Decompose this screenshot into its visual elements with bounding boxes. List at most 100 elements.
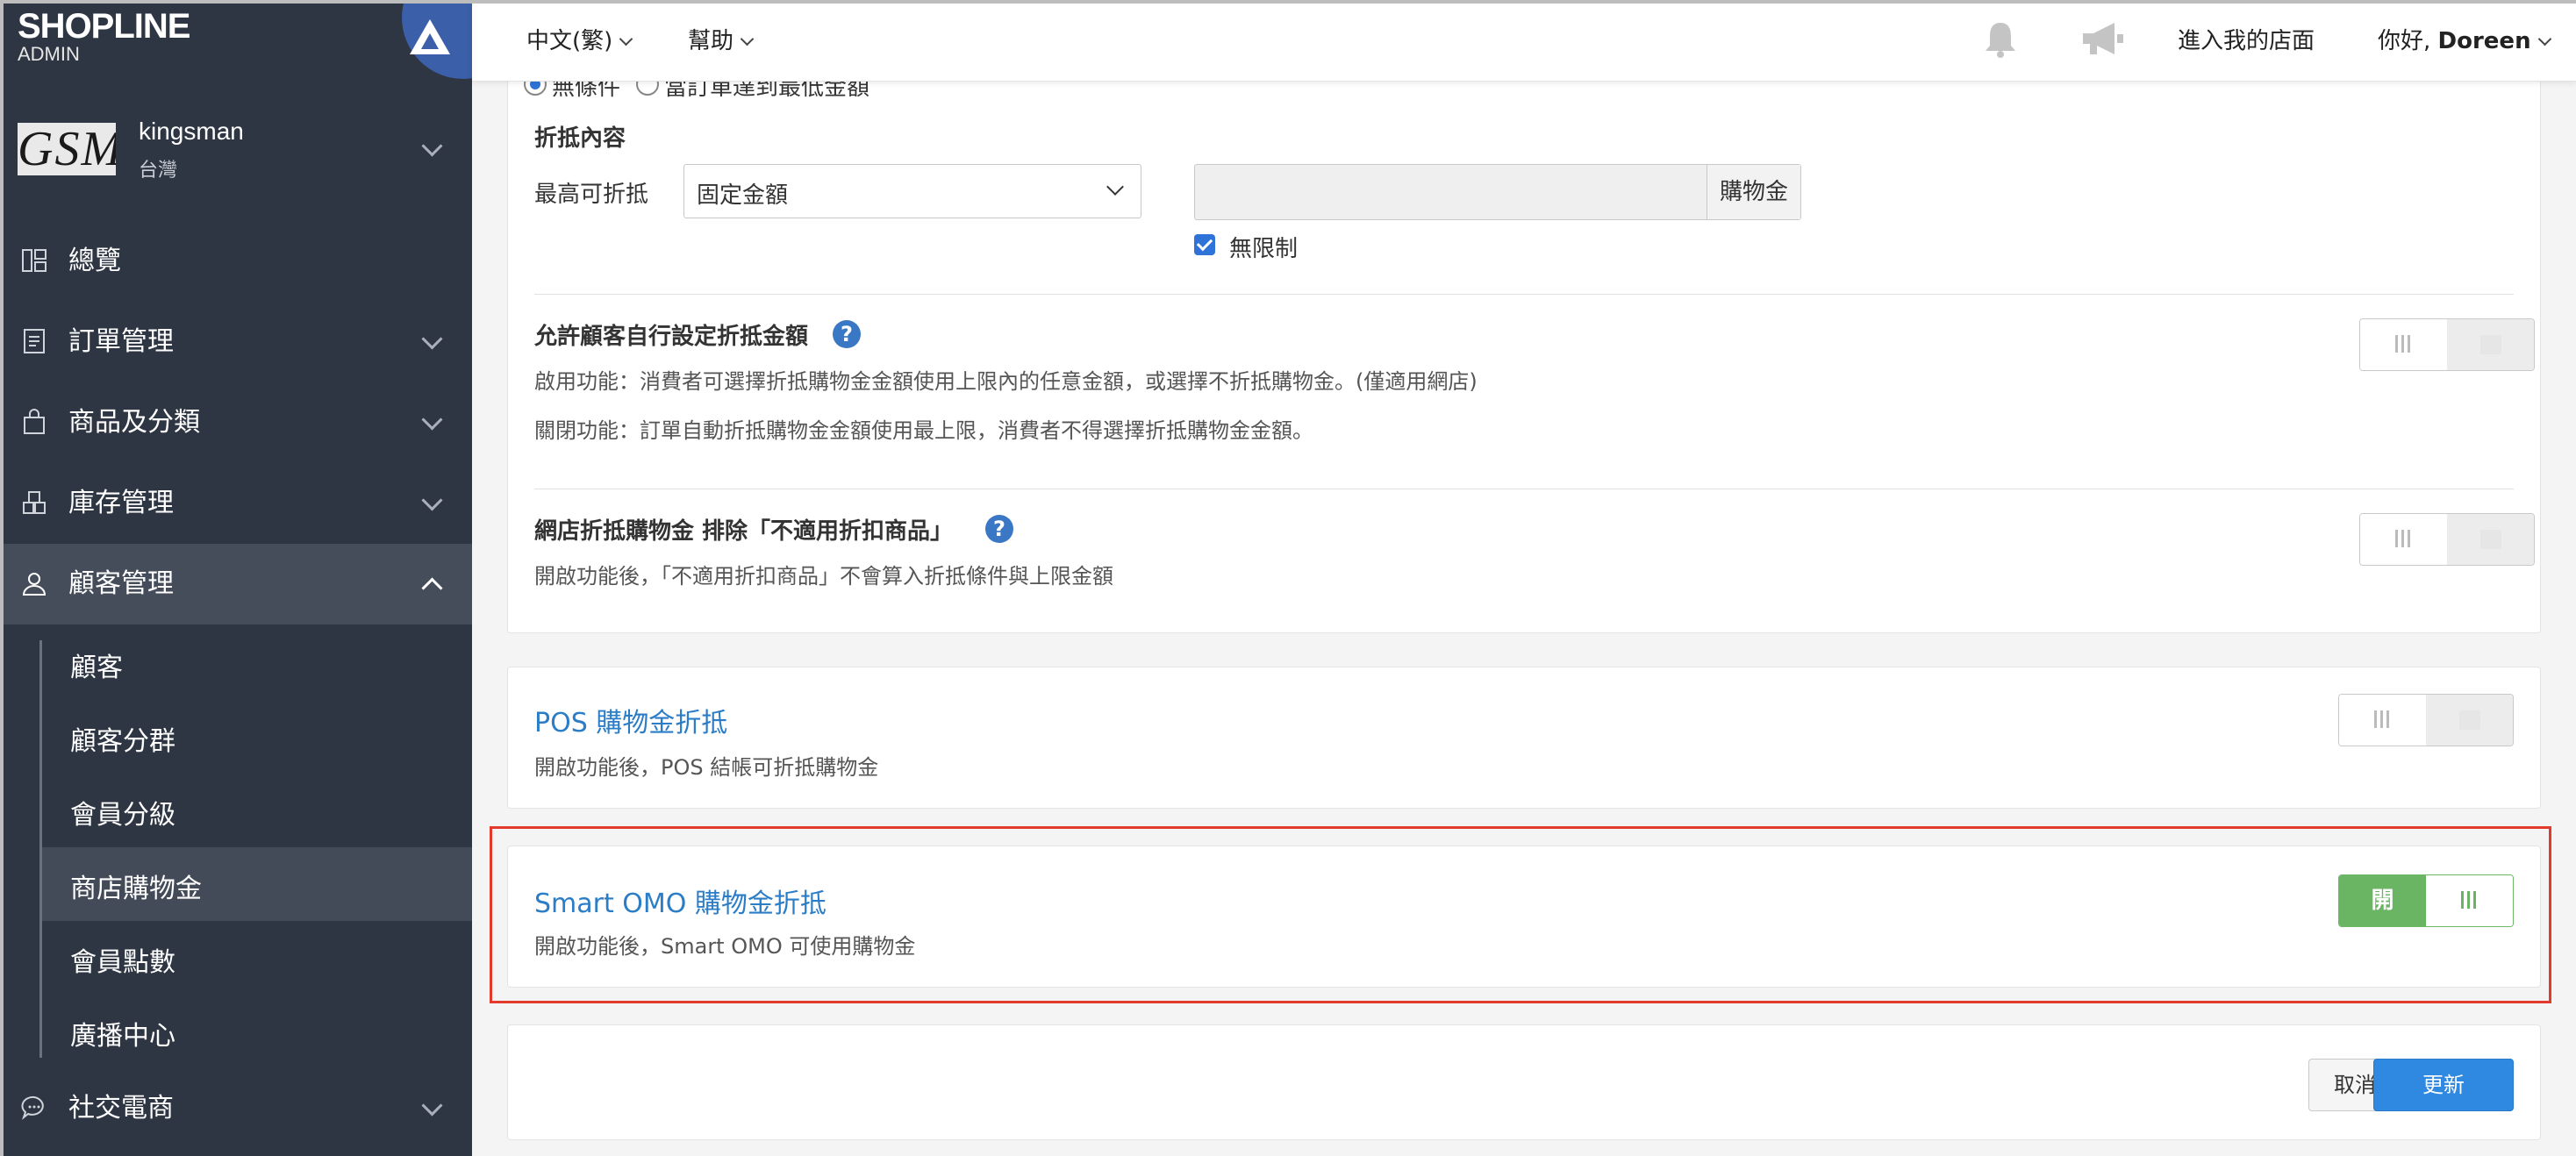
sidebar-item-label: 庫存管理 — [68, 488, 174, 518]
toggle-off-indicator — [2459, 710, 2480, 730]
caret-down-icon — [619, 32, 633, 46]
chevron-down-icon — [421, 409, 443, 431]
help-icon[interactable]: ? — [985, 515, 1013, 543]
sidebar-item-label: 訂單管理 — [68, 326, 174, 357]
custom-amount-desc-on: 啟用功能：消費者可選擇折抵購物金金額使用上限內的任意金額，或選擇不折抵購物金。(… — [534, 369, 1478, 394]
window-frame-top — [0, 0, 2576, 4]
custom-amount-title: 允許顧客自行設定折抵金額 — [534, 324, 809, 350]
store-name: kingsman — [139, 118, 244, 145]
unlimited-label: 無限制 — [1229, 236, 1299, 262]
smart-omo-card: Smart OMO 購物金折抵 開啟功能後，Smart OMO 可使用購物金 開 — [507, 846, 2541, 988]
subnav-item-customers[interactable]: 顧客 — [42, 626, 472, 700]
custom-amount-toggle[interactable] — [2359, 318, 2535, 371]
brand-name: SHOPLINE — [18, 7, 190, 46]
subnav-label: 會員點數 — [70, 947, 175, 978]
toggle-off-indicator — [2480, 530, 2501, 549]
omo-title[interactable]: Smart OMO 購物金折抵 — [534, 881, 826, 920]
greeting-label: 你好, — [2378, 28, 2438, 54]
caret-down-icon — [740, 32, 755, 46]
bell-icon[interactable] — [1983, 19, 2018, 58]
amount-addon: 購物金 — [1706, 165, 1800, 219]
radio-unconditional-label: 無條件 — [552, 81, 621, 101]
enter-store-link[interactable]: 進入我的店面 — [2178, 23, 2315, 55]
sidebar: SHOPLINE ADMIN GSM kingsman 台灣 總覽 訂單管理 商… — [0, 0, 472, 1156]
sidebar-item-overview[interactable]: 總覽 — [0, 221, 472, 302]
store-logo: GSM — [18, 123, 116, 175]
main-content: 無條件 當訂單達到最低金額 折抵內容 最高可折抵 固定金額 購物金 無限制 允許… — [472, 81, 2576, 1156]
megaphone-icon[interactable] — [2079, 19, 2125, 58]
subnav-item-membership-tiers[interactable]: 會員分級 — [42, 774, 472, 847]
exclude-title: 網店折抵購物金 排除「不適用折扣商品」 — [534, 518, 954, 545]
grip-icon — [2374, 710, 2390, 728]
radio-min-amount[interactable] — [636, 81, 659, 96]
help-icon[interactable]: ? — [833, 320, 861, 348]
user-menu[interactable]: 你好, Doreen — [2378, 23, 2551, 55]
sidebar-item-label: 顧客管理 — [68, 568, 174, 599]
chevron-down-icon — [421, 328, 443, 350]
window-frame-left — [0, 0, 4, 1156]
toggle-left — [2360, 319, 2447, 370]
sidebar-item-orders[interactable]: 訂單管理 — [0, 302, 472, 382]
chat-icon — [21, 1095, 44, 1120]
omo-toggle[interactable]: 開 — [2338, 874, 2514, 927]
language-dropdown[interactable]: 中文(繁) — [526, 23, 633, 55]
brand-logo[interactable]: SHOPLINE ADMIN — [18, 9, 190, 65]
exclude-desc: 開啟功能後，「不適用折扣商品」不會算入折抵條件與上限金額 — [534, 564, 1113, 589]
chevron-down-icon — [421, 489, 443, 511]
custom-amount-desc-off: 關閉功能：訂單自動折抵購物金金額使用最上限，消費者不得選擇折抵購物金金額。 — [534, 418, 1313, 443]
toggle-right — [2447, 514, 2534, 565]
subnav-item-broadcast[interactable]: 廣播中心 — [42, 995, 472, 1068]
exclude-toggle[interactable] — [2359, 513, 2535, 566]
sidebar-item-label: 商品及分類 — [68, 407, 200, 438]
subnav-label: 商店購物金 — [70, 874, 202, 904]
subnav-label: 會員分級 — [70, 800, 175, 831]
unlimited-checkbox[interactable] — [1194, 234, 1215, 255]
sidebar-item-social-commerce[interactable]: 社交電商 — [0, 1068, 472, 1149]
toggle-right — [2426, 875, 2513, 926]
subnav-label: 廣播中心 — [70, 1021, 175, 1052]
toggle-on-label: 開 — [2339, 875, 2426, 926]
subnav-item-store-credits[interactable]: 商店購物金 — [42, 847, 472, 921]
dashboard-icon — [22, 249, 47, 272]
sidebar-item-products[interactable]: 商品及分類 — [0, 382, 472, 463]
max-deduct-select-value: 固定金額 — [697, 182, 789, 209]
subnav-label: 顧客分群 — [70, 726, 175, 757]
chevron-down-icon — [1106, 178, 1124, 196]
deduct-settings-card: 無條件 當訂單達到最低金額 折抵內容 最高可折抵 固定金額 購物金 無限制 允許… — [507, 81, 2541, 633]
grip-icon — [2461, 891, 2477, 909]
deduct-content-title: 折抵內容 — [534, 125, 626, 152]
toggle-left — [2339, 695, 2426, 746]
store-switcher[interactable]: GSM kingsman 台灣 — [0, 103, 472, 195]
sidebar-item-label: 社交電商 — [68, 1093, 174, 1124]
max-deduct-label: 最高可折抵 — [534, 182, 649, 208]
subnav-item-segments[interactable]: 顧客分群 — [42, 700, 472, 774]
max-deduct-select[interactable]: 固定金額 — [683, 164, 1141, 218]
user-icon — [22, 573, 47, 596]
max-deduct-amount-input[interactable]: 購物金 — [1194, 164, 1801, 220]
divider — [534, 294, 2514, 295]
grip-icon — [2395, 530, 2411, 547]
user-name: Doreen — [2437, 28, 2531, 54]
shopline-mark-icon[interactable] — [410, 19, 450, 54]
sidebar-item-inventory[interactable]: 庫存管理 — [0, 463, 472, 544]
sidebar-item-customers[interactable]: 顧客管理 — [0, 544, 472, 624]
chevron-up-icon — [421, 577, 443, 599]
radio-unconditional[interactable] — [524, 81, 547, 96]
sidebar-item-label: 總覽 — [68, 246, 121, 276]
pos-desc: 開啟功能後，POS 結帳可折抵購物金 — [534, 755, 879, 780]
update-button[interactable]: 更新 — [2373, 1059, 2514, 1111]
actions-card: 取消 更新 — [507, 1024, 2541, 1140]
help-label: 幫助 — [688, 28, 734, 54]
top-bar: 中文(繁) 幫助 進入我的店面 你好, Doreen — [472, 4, 2576, 82]
language-label: 中文(繁) — [526, 28, 613, 54]
grip-icon — [2395, 335, 2411, 353]
pos-toggle[interactable] — [2338, 694, 2514, 746]
pos-title[interactable]: POS 購物金折抵 — [534, 701, 727, 739]
order-icon — [24, 329, 45, 353]
toggle-left — [2360, 514, 2447, 565]
omo-desc: 開啟功能後，Smart OMO 可使用購物金 — [534, 934, 916, 959]
shopping-bag-icon — [24, 409, 45, 434]
help-dropdown[interactable]: 幫助 — [688, 23, 755, 55]
toggle-off-indicator — [2480, 335, 2501, 354]
subnav-item-member-points[interactable]: 會員點數 — [42, 921, 472, 995]
